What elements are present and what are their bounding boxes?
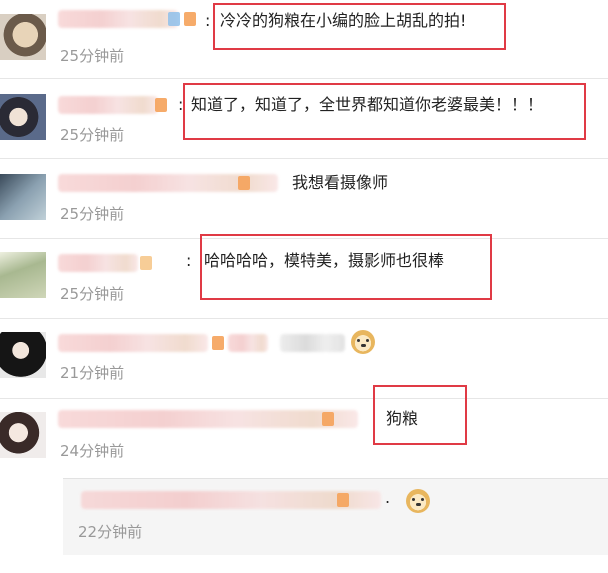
reply-separator: . bbox=[385, 488, 391, 507]
comment-text: 我想看摄像师 bbox=[292, 173, 389, 192]
blurred-reply-text bbox=[81, 491, 381, 509]
blurred-username bbox=[58, 96, 158, 114]
comment-time[interactable]: 25分钟前 bbox=[60, 125, 124, 145]
badge-icon bbox=[155, 98, 167, 112]
comment-prefix: : bbox=[205, 11, 211, 30]
highlight-box bbox=[213, 3, 506, 50]
avatar[interactable] bbox=[0, 94, 46, 140]
comment-prefix: : bbox=[186, 251, 192, 270]
comment-item: 21分钟前 bbox=[0, 318, 608, 399]
badge-icon bbox=[322, 412, 334, 426]
comment-item: : 知道了，知道了，全世界都知道你老婆最美！！！ 25分钟前 bbox=[0, 78, 608, 159]
avatar[interactable] bbox=[0, 412, 46, 458]
comment-time[interactable]: 25分钟前 bbox=[60, 46, 124, 66]
comment-time[interactable]: 25分钟前 bbox=[60, 204, 124, 224]
comment-item: : 哈哈哈哈，模特美，摄影师也很棒 25分钟前 bbox=[0, 234, 608, 319]
badge-icon bbox=[238, 176, 250, 190]
blurred-username bbox=[58, 334, 208, 352]
blurred-username bbox=[58, 10, 178, 28]
badge-icon bbox=[184, 12, 196, 26]
badge-icon bbox=[168, 12, 180, 26]
reply-time[interactable]: 22分钟前 bbox=[78, 522, 142, 542]
comment-item: 我想看摄像师 25分钟前 bbox=[0, 158, 608, 239]
avatar[interactable] bbox=[0, 252, 46, 298]
reply-panel: . 22分钟前 bbox=[63, 478, 608, 555]
blurred-username bbox=[58, 254, 138, 272]
highlight-box bbox=[183, 83, 586, 140]
doge-icon bbox=[406, 489, 430, 513]
doge-icon bbox=[351, 330, 375, 354]
highlight-box bbox=[373, 385, 467, 445]
badge-icon bbox=[140, 256, 152, 270]
badge-icon bbox=[337, 493, 349, 507]
blurred-text bbox=[280, 334, 345, 352]
blurred-username bbox=[228, 334, 268, 352]
highlight-box bbox=[200, 234, 492, 300]
avatar[interactable] bbox=[0, 174, 46, 220]
avatar[interactable] bbox=[0, 332, 46, 378]
comment-time[interactable]: 25分钟前 bbox=[60, 284, 124, 304]
comment-time[interactable]: 21分钟前 bbox=[60, 363, 124, 383]
badge-icon bbox=[212, 336, 224, 350]
comment-item: : 冷冷的狗粮在小编的脸上胡乱的拍! 25分钟前 bbox=[0, 0, 608, 79]
blurred-username bbox=[58, 410, 358, 428]
avatar[interactable] bbox=[0, 14, 46, 60]
comment-time[interactable]: 24分钟前 bbox=[60, 441, 124, 461]
